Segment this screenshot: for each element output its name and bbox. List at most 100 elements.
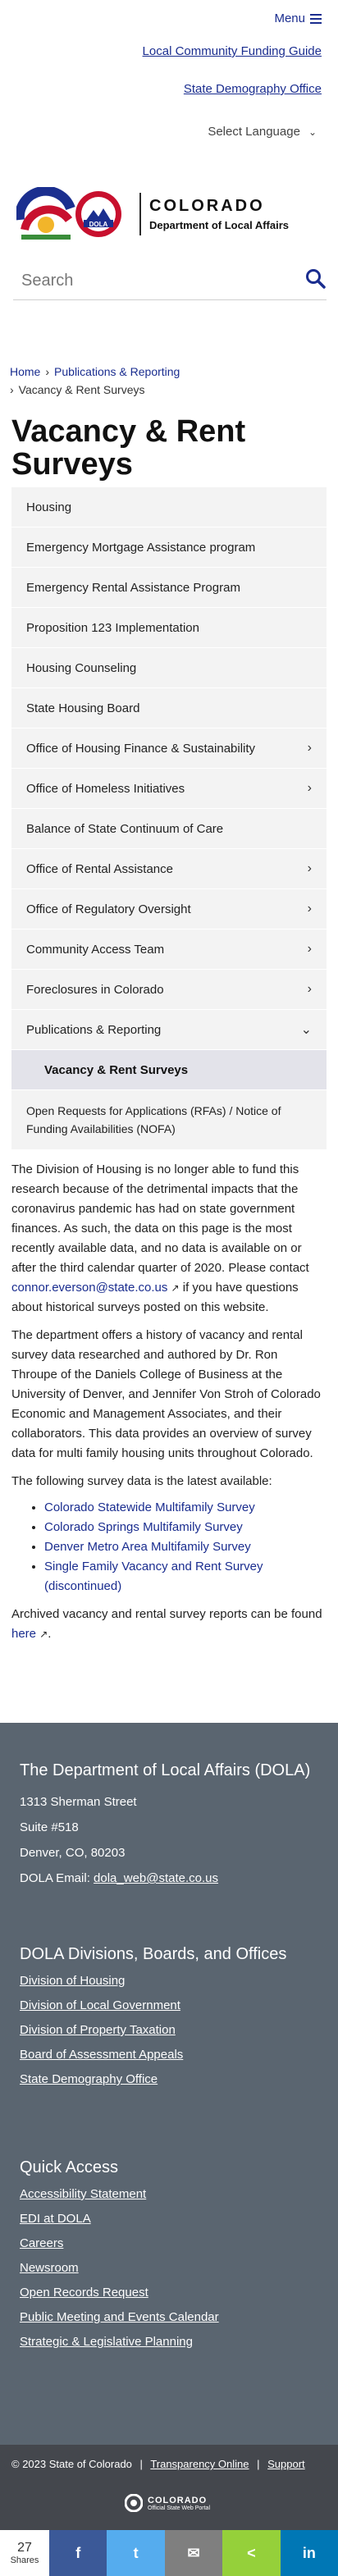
sidebar-item-housing-counseling[interactable]: Housing Counseling [11,648,327,688]
sidebar-item-label: Foreclosures in Colorado [26,982,164,997]
footer-edi-at-dola-link[interactable]: EDI at DOLA [20,2212,91,2226]
linkedin-icon: in [302,2544,316,2561]
archive-text: Archived vacancy and rental survey repor… [11,1607,322,1621]
chevron-right-icon[interactable]: › [308,781,312,796]
list-item: Division of Housing [20,1974,315,1989]
footer-divisions-title: DOLA Divisions, Boards, and Offices [20,1945,287,1963]
footer-open-records-request-link[interactable]: Open Records Request [20,2286,148,2300]
footer-division-of-local-government-link[interactable]: Division of Local Government [20,1998,180,2012]
sidebar-item-housing[interactable]: Housing [11,487,327,528]
chevron-right-icon[interactable]: › [308,861,312,876]
list-item: Accessibility Statement [20,2187,315,2202]
state-portal-logo[interactable]: COLORADO Official State Web Portal [125,2494,210,2512]
sidebar-item-office-of-homeless-initiatives[interactable]: Office of Homeless Initiatives › [11,769,327,809]
email-share-button[interactable]: ✉ [164,2530,223,2576]
sidebar-item-office-of-regulatory-oversight[interactable]: Office of Regulatory Oversight › [11,889,327,929]
footer-division-of-property-taxation-link[interactable]: Division of Property Taxation [20,2023,176,2037]
menu-button[interactable]: Menu [274,11,322,25]
footer-state-demography-office-link[interactable]: State Demography Office [20,2072,158,2086]
share-icon: < [247,2544,256,2561]
list-item: Single Family Vacancy and Rent Survey (d… [44,1557,327,1596]
sidebar-item-label: Emergency Rental Assistance Program [26,580,240,595]
sidebar-item-state-housing-board[interactable]: State Housing Board [11,688,327,728]
sidebar-item-foreclosures-in-colorado[interactable]: Foreclosures in Colorado › [11,970,327,1010]
sidebar-item-community-access-team[interactable]: Community Access Team › [11,929,327,970]
denver-metro-survey-link[interactable]: Denver Metro Area Multifamily Survey [44,1540,251,1554]
footer-division-of-housing-link[interactable]: Division of Housing [20,1974,125,1988]
breadcrumb-current: Vacancy & Rent Surveys [18,383,145,396]
search-icon[interactable] [305,268,327,294]
footer-contact: The Department of Local Affairs (DOLA) 1… [20,1761,315,1885]
chevron-right-icon[interactable]: › [308,902,312,916]
sidebar-item-label: Publications & Reporting [26,1022,162,1037]
footer-board-of-assessment-appeals-link[interactable]: Board of Assessment Appeals [20,2048,183,2062]
breadcrumb-separator: › [10,383,14,396]
support-link[interactable]: Support [267,2458,305,2470]
sidebar-subitem-open-requests[interactable]: Open Requests for Applications (RFAs) / … [11,1090,327,1149]
external-link-icon: ↗ [39,1628,48,1640]
address-line-1: 1313 Sherman Street [20,1795,137,1809]
linkedin-share-button[interactable]: in [280,2530,338,2576]
twitter-share-button[interactable]: t [107,2530,165,2576]
external-link-icon: ↗ [171,1282,180,1294]
sidebar-item-label: State Housing Board [26,701,140,715]
archive-text-end: . [48,1627,52,1641]
sidebar-subitem-vacancy-rent-surveys[interactable]: Vacancy & Rent Surveys [11,1050,327,1090]
list-item: Colorado Statewide Multifamily Survey [44,1498,327,1518]
twitter-icon: t [133,2544,139,2561]
footer-email-row: DOLA Email: dola_web@state.co.us [20,1871,315,1885]
transparency-online-link[interactable]: Transparency Online [150,2458,249,2470]
sidebar-item-proposition-123-implementation[interactable]: Proposition 123 Implementation [11,608,327,648]
statewide-survey-link[interactable]: Colorado Statewide Multifamily Survey [44,1500,255,1514]
language-select-label: Select Language [208,125,300,139]
sidebar-item-emergency-rental-assistance-program[interactable]: Emergency Rental Assistance Program [11,568,327,608]
colorado-springs-survey-link[interactable]: Colorado Springs Multifamily Survey [44,1520,243,1534]
share-share-button[interactable]: < [222,2530,281,2576]
facebook-icon: f [75,2544,81,2561]
survey-list: Colorado Statewide Multifamily Survey Co… [44,1498,327,1596]
divisions-list: Division of Housing Division of Local Gov… [20,1974,315,2087]
share-bar: 27 Shares f t ✉ < in [0,2530,338,2576]
sidebar-item-balance-of-state-continuum-of-care[interactable]: Balance of State Continuum of Care [11,809,327,849]
archive-paragraph: Archived vacancy and rental survey repor… [11,1605,327,1644]
logo-divider [139,193,141,235]
footer-careers-link[interactable]: Careers [20,2236,63,2250]
footer-strategic-legislative-planning-link[interactable]: Strategic & Legislative Planning [20,2335,193,2349]
sidebar-item-office-of-rental-assistance[interactable]: Office of Rental Assistance › [11,849,327,889]
breadcrumb-publications[interactable]: Publications & Reporting [54,365,180,378]
breadcrumb-home[interactable]: Home [10,365,40,378]
latest-data-paragraph: The following survey data is the latest … [11,1474,272,1488]
portal-logo-line-1: COLORADO [148,2495,208,2505]
archive-here-link[interactable]: here [11,1627,36,1641]
sidebar-item-publications-reporting[interactable]: Publications & Reporting ⌄ [11,1010,327,1050]
list-item: Careers [20,2236,315,2251]
local-community-funding-guide-link[interactable]: Local Community Funding Guide [143,44,322,58]
footer-email-link[interactable]: dola_web@state.co.us [94,1871,218,1885]
footer-public-meeting-and-events-calendar-link[interactable]: Public Meeting and Events Calendar [20,2310,219,2324]
chevron-right-icon[interactable]: › [308,982,312,997]
chevron-down-icon[interactable]: ⌄ [301,1021,312,1038]
colorado-c-logo-icon [125,2494,143,2512]
email-icon: ✉ [187,2544,200,2561]
list-item: Board of Assessment Appeals [20,2048,315,2062]
intro-text: The Division of Housing is no longer abl… [11,1162,309,1275]
single-family-survey-link[interactable]: Single Family Vacancy and Rent Survey (d… [44,1560,263,1593]
chevron-right-icon[interactable]: › [308,741,312,756]
sidebar-item-emergency-mortgage-assistance-program[interactable]: Emergency Mortgage Assistance program [11,528,327,568]
sidebar-item-label: Balance of State Continuum of Care [26,821,224,836]
site-logo[interactable]: DOLA COLORADO Department of Local Affair… [14,185,289,241]
search-input[interactable]: Search [13,272,73,290]
state-demography-office-link[interactable]: State Demography Office [184,82,322,96]
logo-line-2: Department of Local Affairs [149,219,289,231]
sidebar-item-label: Office of Homeless Initiatives [26,781,185,796]
main-content: The Division of Housing is no longer abl… [11,1160,327,1652]
footer-accessibility-statement-link[interactable]: Accessibility Statement [20,2187,146,2201]
chevron-right-icon[interactable]: › [308,942,312,957]
language-select[interactable]: Select Language ⌄ [208,125,317,139]
sidebar-item-label: Housing [26,500,72,514]
footer-newsroom-link[interactable]: Newsroom [20,2261,79,2275]
facebook-share-button[interactable]: f [49,2530,107,2576]
contact-email-link[interactable]: connor.everson@state.co.us [11,1281,167,1295]
sidebar-item-office-of-housing-finance-sustainability[interactable]: Office of Housing Finance & Sustainabili… [11,728,327,769]
intro-paragraph: The Division of Housing is no longer abl… [11,1160,327,1318]
